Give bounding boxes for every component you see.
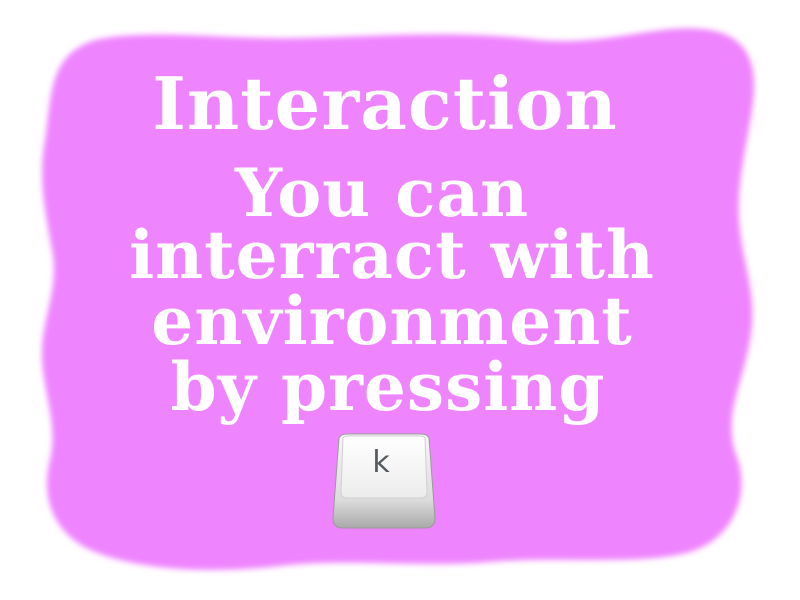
instruction-line-2: interract with: [129, 216, 655, 294]
title-text: Interaction: [152, 61, 618, 146]
interaction-tutorial-panel: Interaction You can interract with envir…: [0, 0, 800, 600]
instruction-line-3: environment: [151, 282, 633, 360]
instruction-line-4: by pressing: [170, 348, 606, 426]
key-label: k: [372, 445, 390, 480]
keyboard-key-icon: k: [331, 432, 437, 530]
